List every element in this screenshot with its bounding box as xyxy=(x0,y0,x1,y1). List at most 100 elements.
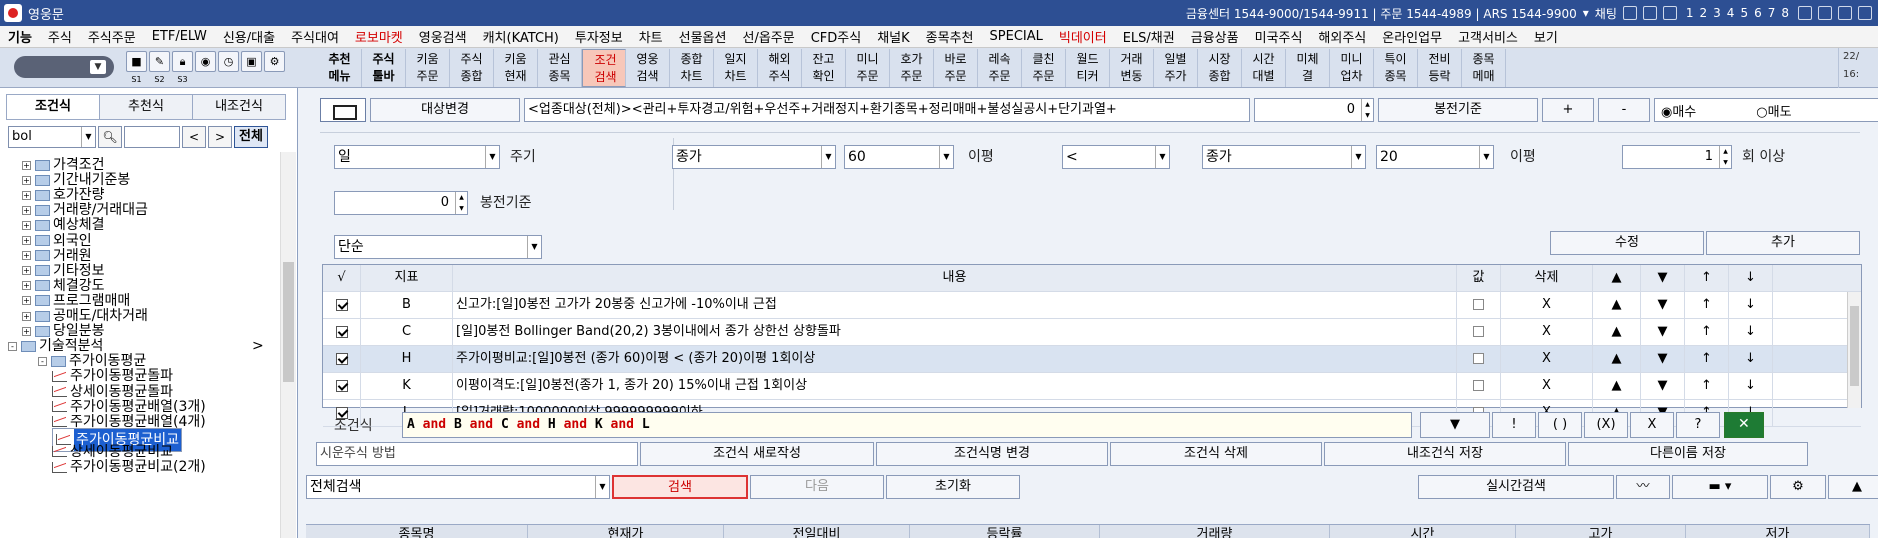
column-header[interactable]: 내용 xyxy=(453,265,1457,291)
menu-item-19[interactable]: 금융상품 xyxy=(1183,27,1247,46)
toolbar-button-0[interactable]: 추천 메뉴 xyxy=(318,49,362,87)
toolbar-button-12[interactable]: 미니 주문 xyxy=(846,49,890,87)
menu-item-17[interactable]: 빅데이터 xyxy=(1051,27,1115,46)
row-checkbox-cell[interactable] xyxy=(323,373,361,399)
spinner-icon[interactable]: ▲ ▼ xyxy=(1361,99,1373,121)
table-row[interactable]: B 신고가:[일]0봉전 고가가 20봉중 신고가에 -10%이내 근접 X ▲ ▼ ↑ ↓ xyxy=(323,292,1861,319)
value-checkbox[interactable] xyxy=(1473,353,1484,364)
tree-search-input[interactable]: bol ▼ xyxy=(8,126,96,148)
tree-item[interactable]: 주가이동평균비교(2개) xyxy=(52,458,206,476)
result-column-header[interactable]: 전일대비 xyxy=(724,525,910,538)
s3-label[interactable]: S3 xyxy=(172,75,193,84)
chevron-down-icon[interactable]: ▼ xyxy=(595,476,609,498)
toolbar-button-22[interactable]: 미체 결 xyxy=(1286,49,1330,87)
menu-item-9[interactable]: 투자정보 xyxy=(567,27,631,46)
toolbar-button-9[interactable]: 일지 차트 xyxy=(714,49,758,87)
toolbar-button-17[interactable]: 월드 티커 xyxy=(1066,49,1110,87)
menu-item-14[interactable]: 채널K xyxy=(869,27,917,46)
move-up-button[interactable]: ▲ xyxy=(1593,292,1641,318)
screen-icon[interactable]: ▣ xyxy=(241,51,262,72)
toolbar-button-14[interactable]: 바로 주문 xyxy=(934,49,978,87)
menu-item-18[interactable]: ELS/채권 xyxy=(1115,27,1183,46)
all-button[interactable]: 전체 xyxy=(234,126,268,148)
close-icon[interactable] xyxy=(1858,6,1872,20)
screen-numbers[interactable]: 12345678 xyxy=(1683,6,1792,20)
menu-item-13[interactable]: CFD주식 xyxy=(803,27,870,46)
settings-icon[interactable] xyxy=(1622,6,1637,20)
next-button[interactable]: 다음 xyxy=(750,475,884,499)
search-button[interactable]: 검색 xyxy=(612,475,748,499)
move-last-button[interactable]: ↓ xyxy=(1729,292,1773,318)
ma-a-select[interactable]: 60 ▼ xyxy=(844,145,954,169)
minimize-icon[interactable] xyxy=(1818,6,1832,20)
move-first-button[interactable]: ↑ xyxy=(1685,373,1729,399)
collapse-icon[interactable]: - xyxy=(8,341,17,351)
move-last-button[interactable]: ↓ xyxy=(1729,319,1773,345)
op-xparen-button[interactable]: (X) xyxy=(1584,412,1628,438)
expand-icon[interactable]: + xyxy=(22,311,31,321)
checkbox[interactable] xyxy=(335,298,348,311)
ma-b-select[interactable]: 20 ▼ xyxy=(1376,145,1494,169)
expand-icon[interactable]: + xyxy=(22,281,31,291)
chart-icon[interactable]: 〰 xyxy=(1616,475,1670,499)
save-my-condition-button[interactable]: 내조건식 저장 xyxy=(1324,442,1566,466)
chevron-down-icon[interactable]: ▼ xyxy=(1479,146,1493,168)
menu-item-5[interactable]: 주식대여 xyxy=(283,27,347,46)
bong-input[interactable]: 0 ▲ ▼ xyxy=(1254,98,1374,122)
toolbar-button-6[interactable]: 조건 검색 xyxy=(582,49,626,87)
menu-item-10[interactable]: 차트 xyxy=(631,27,671,46)
value-checkbox[interactable] xyxy=(1473,299,1484,310)
toolbar-button-3[interactable]: 주식 종합 xyxy=(450,49,494,87)
menu-item-23[interactable]: 고객서비스 xyxy=(1450,27,1526,46)
collapse-icon[interactable]: - xyxy=(38,356,47,366)
mode-select[interactable]: 단순 ▼ xyxy=(334,235,542,259)
window-toggle-icon[interactable] xyxy=(320,98,366,122)
menu-item-3[interactable]: ETF/ELW xyxy=(144,29,215,44)
column-header[interactable]: 삭제 xyxy=(1501,265,1593,291)
expand-icon[interactable]: + xyxy=(22,220,31,230)
move-down-button[interactable]: ▼ xyxy=(1641,319,1685,345)
toolbar-button-18[interactable]: 거래 변동 xyxy=(1110,49,1154,87)
maximize-icon[interactable] xyxy=(1838,6,1852,20)
next-button[interactable]: > xyxy=(208,126,232,148)
expand-icon[interactable]: + xyxy=(22,175,31,185)
toolbar-button-2[interactable]: 키움 주문 xyxy=(406,49,450,87)
column-header[interactable]: ▼ xyxy=(1641,265,1685,291)
menu-item-6[interactable]: 로보마켓 xyxy=(347,27,411,46)
row-checkbox-cell[interactable] xyxy=(323,292,361,318)
expand-icon[interactable]: + xyxy=(22,266,31,276)
expand-icon[interactable]: + xyxy=(22,190,31,200)
move-down-button[interactable]: ▼ xyxy=(1641,373,1685,399)
spinner-icon[interactable]: ▲ ▼ xyxy=(455,192,467,214)
checkbox[interactable] xyxy=(335,379,348,392)
value-cell[interactable] xyxy=(1457,373,1501,399)
expand-icon[interactable]: + xyxy=(22,296,31,306)
move-first-button[interactable]: ↑ xyxy=(1685,319,1729,345)
realtime-search-button[interactable]: 실시간검색 xyxy=(1418,475,1614,499)
toolbar-button-26[interactable]: 종목 메매 xyxy=(1462,49,1506,87)
table-row[interactable]: C [일]0봉전 Bollinger Band(20,2) 3봉이내에서 종가 상… xyxy=(323,319,1861,346)
toolbar-button-1[interactable]: 주식 툴바 xyxy=(362,49,406,87)
menu-item-21[interactable]: 해외주식 xyxy=(1310,27,1374,46)
chevron-down-icon[interactable]: ▼ xyxy=(81,127,95,147)
toolbar-button-19[interactable]: 일별 주가 xyxy=(1154,49,1198,87)
result-column-header[interactable]: 현재가 xyxy=(528,525,724,538)
settings-icon[interactable]: ⚙ xyxy=(1770,475,1826,499)
menu-item-2[interactable]: 주식주문 xyxy=(80,27,144,46)
scroll-thumb[interactable] xyxy=(1850,306,1859,386)
bong-standard-button[interactable]: 봉전기준 xyxy=(1378,98,1538,122)
price-a-select[interactable]: 종가 ▼ xyxy=(672,145,836,169)
s2-label[interactable]: S2 xyxy=(149,75,170,84)
window-icon[interactable] xyxy=(1798,6,1812,20)
bong2-input[interactable]: 0 ▲ ▼ xyxy=(334,191,468,215)
buy-radio[interactable]: ◉매수 xyxy=(1661,101,1696,120)
toolbar-button-10[interactable]: 해외 주식 xyxy=(758,49,802,87)
expand-icon[interactable]: + xyxy=(22,236,31,245)
new-condition-button[interactable]: 조건식 새로작성 xyxy=(640,442,874,466)
chevron-down-icon[interactable]: ▼ xyxy=(821,146,835,168)
move-down-button[interactable]: ▼ xyxy=(1641,346,1685,372)
expand-icon[interactable]: + xyxy=(22,160,31,170)
delete-button[interactable]: X xyxy=(1501,292,1593,318)
chevron-down-icon[interactable]: ▼ xyxy=(939,146,953,168)
rename-condition-button[interactable]: 조건식명 변경 xyxy=(876,442,1108,466)
